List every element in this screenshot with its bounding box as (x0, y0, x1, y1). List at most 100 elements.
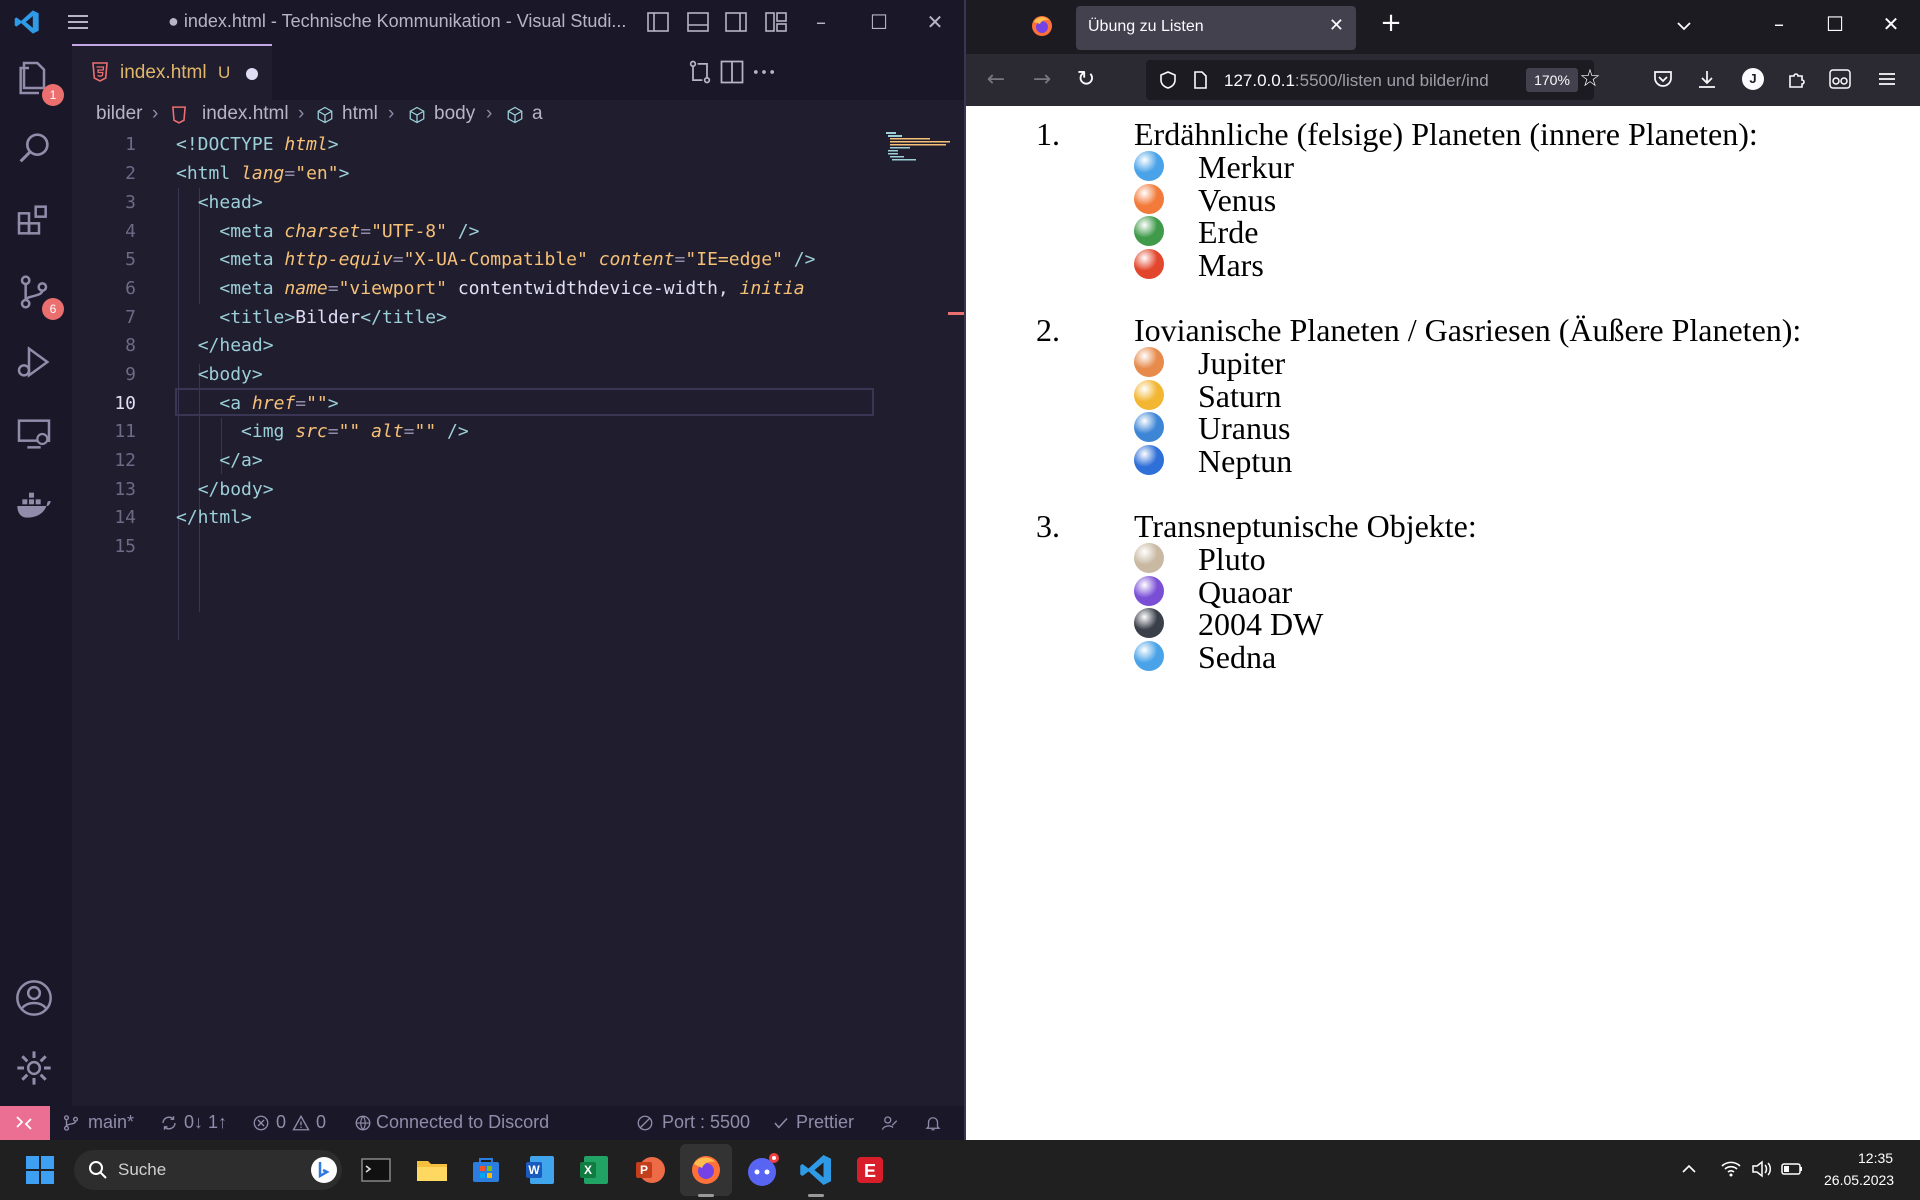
terminal-icon[interactable] (358, 1152, 394, 1188)
word-icon[interactable]: W (522, 1152, 558, 1188)
html5-icon (92, 62, 108, 82)
planet-name: Venus (1198, 181, 1277, 218)
planet-icon (1134, 640, 1164, 671)
firefox-icon[interactable] (688, 1152, 724, 1188)
git-branch[interactable]: main* (88, 1112, 134, 1133)
bookmark-star-icon[interactable]: ☆ (1576, 64, 1604, 92)
code-editor[interactable]: 1 2 3 4 5 6 7 8 9 10 11 12 13 14 15 <!DO… (72, 130, 964, 1106)
powerpoint-icon[interactable]: P (632, 1152, 668, 1188)
wifi-icon[interactable] (1720, 1158, 1742, 1180)
planet-icon (1134, 347, 1164, 377)
planet-name: Pluto (1198, 541, 1266, 577)
chevron-right-icon: › (298, 103, 305, 124)
url-bar[interactable]: 127.0.0.1:5500/listen und bilder/ind 170… (1146, 60, 1594, 100)
taskbar-search[interactable]: Suche (74, 1150, 342, 1190)
breadcrumb-body[interactable]: body (434, 103, 475, 125)
clock-date[interactable]: 26.05.2023 (1824, 1172, 1894, 1188)
line-number-current: 10 (114, 393, 136, 414)
settings-gear-icon[interactable] (14, 1048, 58, 1092)
search-icon[interactable] (14, 128, 58, 172)
extensions-puzzle-icon[interactable] (1786, 68, 1808, 90)
split-editor-icon[interactable] (718, 58, 746, 86)
windows-start-icon[interactable] (22, 1152, 58, 1188)
firefox-view-icon[interactable] (1030, 14, 1054, 38)
vscode-taskbar-icon[interactable] (798, 1152, 834, 1188)
bing-icon[interactable] (310, 1156, 338, 1184)
remote-explorer-icon[interactable] (14, 414, 58, 458)
toggle-panel-icon[interactable] (686, 10, 710, 34)
feedback-icon[interactable] (880, 1114, 900, 1132)
extensions-icon[interactable] (14, 200, 58, 244)
live-server-port[interactable]: Port : 5500 (662, 1112, 750, 1133)
hamburger-menu-icon[interactable] (1876, 68, 1898, 90)
breadcrumb-folder[interactable]: bilder (96, 103, 142, 125)
browser-tab-active[interactable]: Übung zu Listen ✕ (1076, 6, 1356, 50)
customize-layout-icon[interactable] (764, 10, 788, 34)
file-explorer-icon[interactable] (414, 1152, 450, 1188)
chevron-down-icon[interactable] (1674, 16, 1694, 36)
line-number: 12 (114, 450, 136, 471)
prettier-status[interactable]: Prettier (796, 1112, 854, 1133)
profile-avatar[interactable]: J (1742, 68, 1764, 90)
error-count[interactable]: 0 (276, 1112, 286, 1133)
toggle-sidebar-icon[interactable] (646, 10, 670, 34)
shield-icon[interactable] (1158, 70, 1178, 90)
close-icon[interactable]: ✕ (920, 8, 950, 36)
vscode-logo-icon (14, 10, 39, 34)
menu-icon[interactable] (66, 10, 90, 34)
planet-icon (1134, 183, 1164, 214)
e-app-icon[interactable]: E (852, 1152, 888, 1188)
zoom-level[interactable]: 170% (1526, 68, 1578, 92)
discord-icon[interactable] (744, 1152, 780, 1188)
planet-name: Uranus (1198, 410, 1291, 447)
run-debug-icon[interactable] (14, 342, 58, 386)
toggle-secondary-sidebar-icon[interactable] (724, 10, 748, 34)
forward-icon[interactable]: → (1028, 66, 1056, 94)
chevron-up-icon[interactable] (1680, 1160, 1698, 1178)
warning-count[interactable]: 0 (316, 1112, 326, 1133)
source-control-icon[interactable]: 6 (14, 272, 64, 320)
sync-status[interactable]: 0↓ 1↑ (184, 1112, 227, 1133)
unsaved-dot-icon[interactable] (246, 68, 258, 80)
breadcrumb-html[interactable]: html (342, 103, 378, 125)
line-number: 11 (114, 421, 136, 442)
clock-time[interactable]: 12:35 (1858, 1150, 1893, 1166)
breadcrumb-file[interactable]: index.html (202, 103, 289, 125)
planet-icon (1134, 216, 1164, 247)
reload-icon[interactable]: ↻ (1072, 66, 1100, 94)
reader-glasses-icon[interactable] (1828, 68, 1852, 90)
account-icon[interactable] (14, 978, 58, 1022)
battery-icon[interactable] (1780, 1158, 1804, 1180)
download-icon[interactable] (1696, 68, 1718, 90)
minimize-icon[interactable]: – (806, 8, 836, 36)
minimize-icon[interactable]: – (1764, 12, 1794, 36)
pocket-icon[interactable] (1652, 68, 1674, 90)
more-actions-icon[interactable] (750, 58, 778, 86)
bell-icon[interactable] (924, 1114, 942, 1132)
explorer-icon[interactable]: 1 (14, 58, 64, 106)
remote-indicator[interactable] (0, 1106, 50, 1140)
new-tab-icon[interactable]: + (1376, 8, 1406, 38)
docker-icon[interactable] (14, 486, 58, 530)
breadcrumb-a[interactable]: a (532, 103, 543, 125)
code-line: </body> (197, 479, 274, 500)
open-changes-icon[interactable] (686, 58, 714, 86)
maximize-icon[interactable]: ☐ (1820, 12, 1850, 36)
tab-index-html[interactable]: index.html U (72, 44, 272, 100)
code-line: <head> (197, 192, 263, 213)
planet-name: Mars (1198, 246, 1264, 283)
code-line: </a> (219, 450, 263, 471)
page-info-icon[interactable] (1190, 70, 1210, 90)
close-icon[interactable]: ✕ (1876, 12, 1906, 36)
store-icon[interactable] (468, 1152, 504, 1188)
line-number: 4 (125, 221, 136, 242)
maximize-icon[interactable]: ☐ (864, 8, 894, 36)
excel-icon[interactable]: X (576, 1152, 612, 1188)
vscode-window: ● index.html - Technische Kommunikation … (0, 0, 966, 1140)
back-icon[interactable]: ← (982, 66, 1010, 94)
close-tab-icon[interactable]: ✕ (1329, 15, 1344, 36)
minimap[interactable] (884, 130, 954, 170)
discord-status[interactable]: Connected to Discord (376, 1112, 549, 1133)
volume-icon[interactable] (1750, 1158, 1772, 1180)
running-indicator (698, 1194, 714, 1197)
